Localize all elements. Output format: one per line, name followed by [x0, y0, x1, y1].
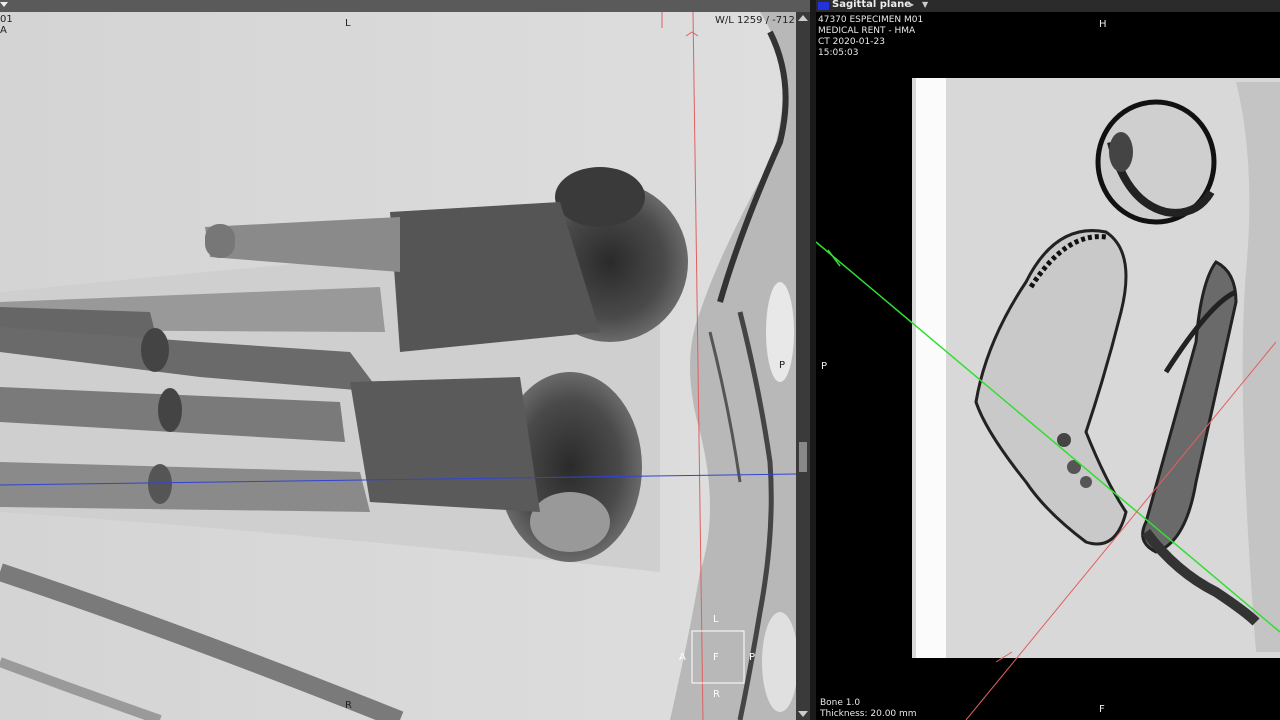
render-preset: Bone 1.0: [820, 698, 861, 708]
left-viewport-scrollbar[interactable]: [796, 12, 810, 720]
scroll-down-icon[interactable]: [798, 711, 808, 717]
sagittal-scan-image: [816, 82, 1280, 720]
cube-bottom-label: R: [713, 689, 720, 700]
cube-right-label: P: [749, 652, 756, 663]
viewport-title[interactable]: Sagittal plane: [832, 0, 911, 10]
orientation-right-label: P: [779, 360, 786, 371]
cube-left-label: A: [679, 652, 686, 663]
orientation-posterior-label: P: [821, 361, 828, 372]
corner-label-second: A: [0, 25, 7, 36]
scroll-up-icon[interactable]: [798, 15, 808, 21]
study-time: 15:05:03: [818, 48, 859, 58]
left-viewport-header[interactable]: [0, 0, 810, 12]
orientation-top-label: L: [345, 18, 351, 29]
window-level-readout: W/L 1259 / -712: [715, 15, 795, 26]
orientation-bottom-label: R: [345, 700, 352, 711]
render-info: Bone 1.0 Thickness: 20.00 mm: [820, 698, 917, 720]
orientation-head-label: H: [1099, 19, 1107, 30]
patient-id: 47370 ESPECIMEN M01: [818, 15, 924, 25]
play-arrow-icon[interactable]: ▸: [910, 0, 914, 9]
right-viewport-header[interactable]: Sagittal plane ▸ ▼: [816, 0, 1280, 12]
scrollbar-thumb[interactable]: [799, 442, 807, 472]
viewport-menu-icon[interactable]: [0, 2, 8, 7]
slab-thickness: Thickness: 20.00 mm: [820, 709, 917, 719]
plane-color-swatch: [818, 2, 829, 10]
cube-center-label: F: [713, 652, 719, 663]
orientation-foot-label: F: [1099, 704, 1105, 715]
sagittal-viewport[interactable]: 47370 ESPECIMEN M01 MEDICAL RENT - HMA C…: [816, 12, 1280, 720]
cube-top-label: L: [713, 614, 719, 625]
institution-name: MEDICAL RENT - HMA: [818, 26, 916, 36]
left-scan-image: [0, 12, 796, 720]
corner-label-top: 01: [0, 14, 13, 25]
chevron-down-icon[interactable]: ▼: [922, 0, 928, 9]
axial-viewport[interactable]: 01 A L W/L 1259 / -712 P R L A F P R: [0, 12, 796, 720]
patient-info: 47370 ESPECIMEN M01 MEDICAL RENT - HMA C…: [818, 15, 923, 59]
study-date: CT 2020-01-23: [818, 37, 885, 47]
